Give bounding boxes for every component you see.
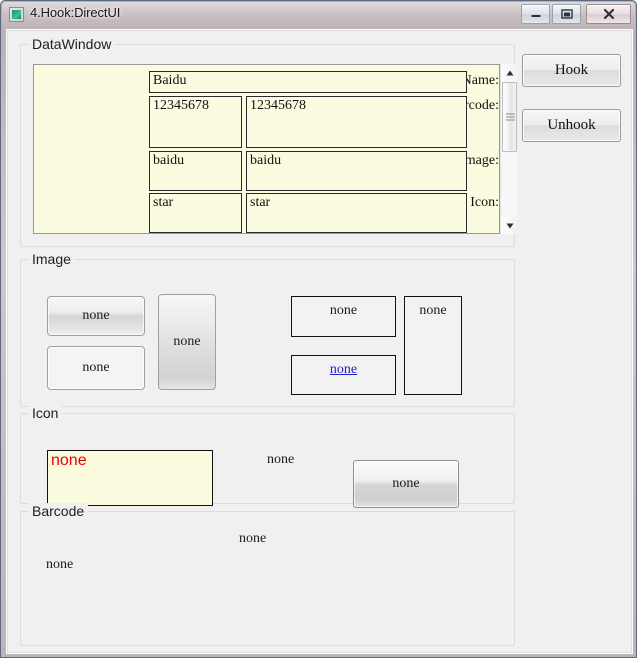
- title-bar[interactable]: 4.Hook:DirectUI: [1, 1, 637, 29]
- app-icon: [9, 7, 24, 22]
- close-button[interactable]: [586, 4, 631, 24]
- close-icon: [603, 8, 614, 20]
- datawindow-scrollbar[interactable]: [500, 64, 518, 234]
- maximize-button[interactable]: [552, 4, 581, 24]
- unhook-button[interactable]: Unhook: [522, 109, 621, 142]
- scroll-thumb[interactable]: [502, 82, 517, 152]
- icon-textbox-value: none: [51, 452, 87, 469]
- window-title: 4.Hook:DirectUI: [30, 5, 121, 20]
- image-panel-2[interactable]: none: [291, 355, 396, 395]
- group-barcode: Barcode none none: [20, 503, 515, 646]
- group-image: Image none none none none none none: [20, 251, 515, 407]
- image-panel-3[interactable]: none: [404, 296, 462, 395]
- image-panel-1-label: none: [329, 303, 358, 318]
- group-barcode-title: Barcode: [28, 503, 89, 519]
- image-button-1[interactable]: none: [47, 296, 145, 336]
- maximize-icon: [560, 9, 573, 19]
- icon-button[interactable]: none: [353, 460, 459, 508]
- group-image-title: Image: [28, 251, 75, 267]
- group-datawindow-title: DataWindow: [28, 36, 116, 52]
- scroll-down-arrow[interactable]: [501, 217, 518, 234]
- chevron-down-icon: [506, 223, 513, 228]
- scroll-up-arrow[interactable]: [501, 64, 518, 81]
- scroll-thumb-grip: [506, 113, 515, 121]
- group-icon: Icon none none none: [20, 405, 515, 508]
- field-value-name-1[interactable]: Baidu: [149, 71, 467, 93]
- group-icon-title: Icon: [28, 405, 63, 421]
- image-panel-1[interactable]: none: [291, 296, 396, 337]
- icon-textbox[interactable]: none: [47, 450, 213, 506]
- image-button-3[interactable]: none: [158, 294, 216, 390]
- field-value-barcode-1[interactable]: 12345678: [149, 96, 242, 148]
- field-value-image-2[interactable]: baidu: [246, 151, 467, 191]
- field-value-icon-2[interactable]: star: [246, 193, 467, 233]
- minimize-button[interactable]: [521, 4, 550, 24]
- application-window: 4.Hook:DirectUI DataWindow Name: Baidu B…: [0, 0, 637, 658]
- minimize-icon: [531, 15, 540, 17]
- icon-static-label: none: [267, 452, 295, 467]
- datawindow-panel[interactable]: Name: Baidu Barcode: 12345678 12345678 I…: [33, 64, 500, 234]
- image-button-2[interactable]: none: [47, 346, 145, 390]
- chevron-up-icon: [506, 70, 513, 75]
- barcode-label-2: none: [46, 557, 74, 572]
- client-area: DataWindow Name: Baidu Barcode: 12345678…: [6, 29, 633, 654]
- hook-button[interactable]: Hook: [522, 54, 621, 87]
- field-value-icon-1[interactable]: star: [149, 193, 242, 233]
- field-value-barcode-2[interactable]: 12345678: [246, 96, 467, 148]
- image-panel-2-link[interactable]: none: [292, 362, 395, 378]
- barcode-label-1: none: [239, 531, 267, 546]
- group-datawindow: DataWindow Name: Baidu Barcode: 12345678…: [20, 36, 518, 247]
- image-panel-3-label: none: [419, 303, 447, 318]
- field-value-image-1[interactable]: baidu: [149, 151, 242, 191]
